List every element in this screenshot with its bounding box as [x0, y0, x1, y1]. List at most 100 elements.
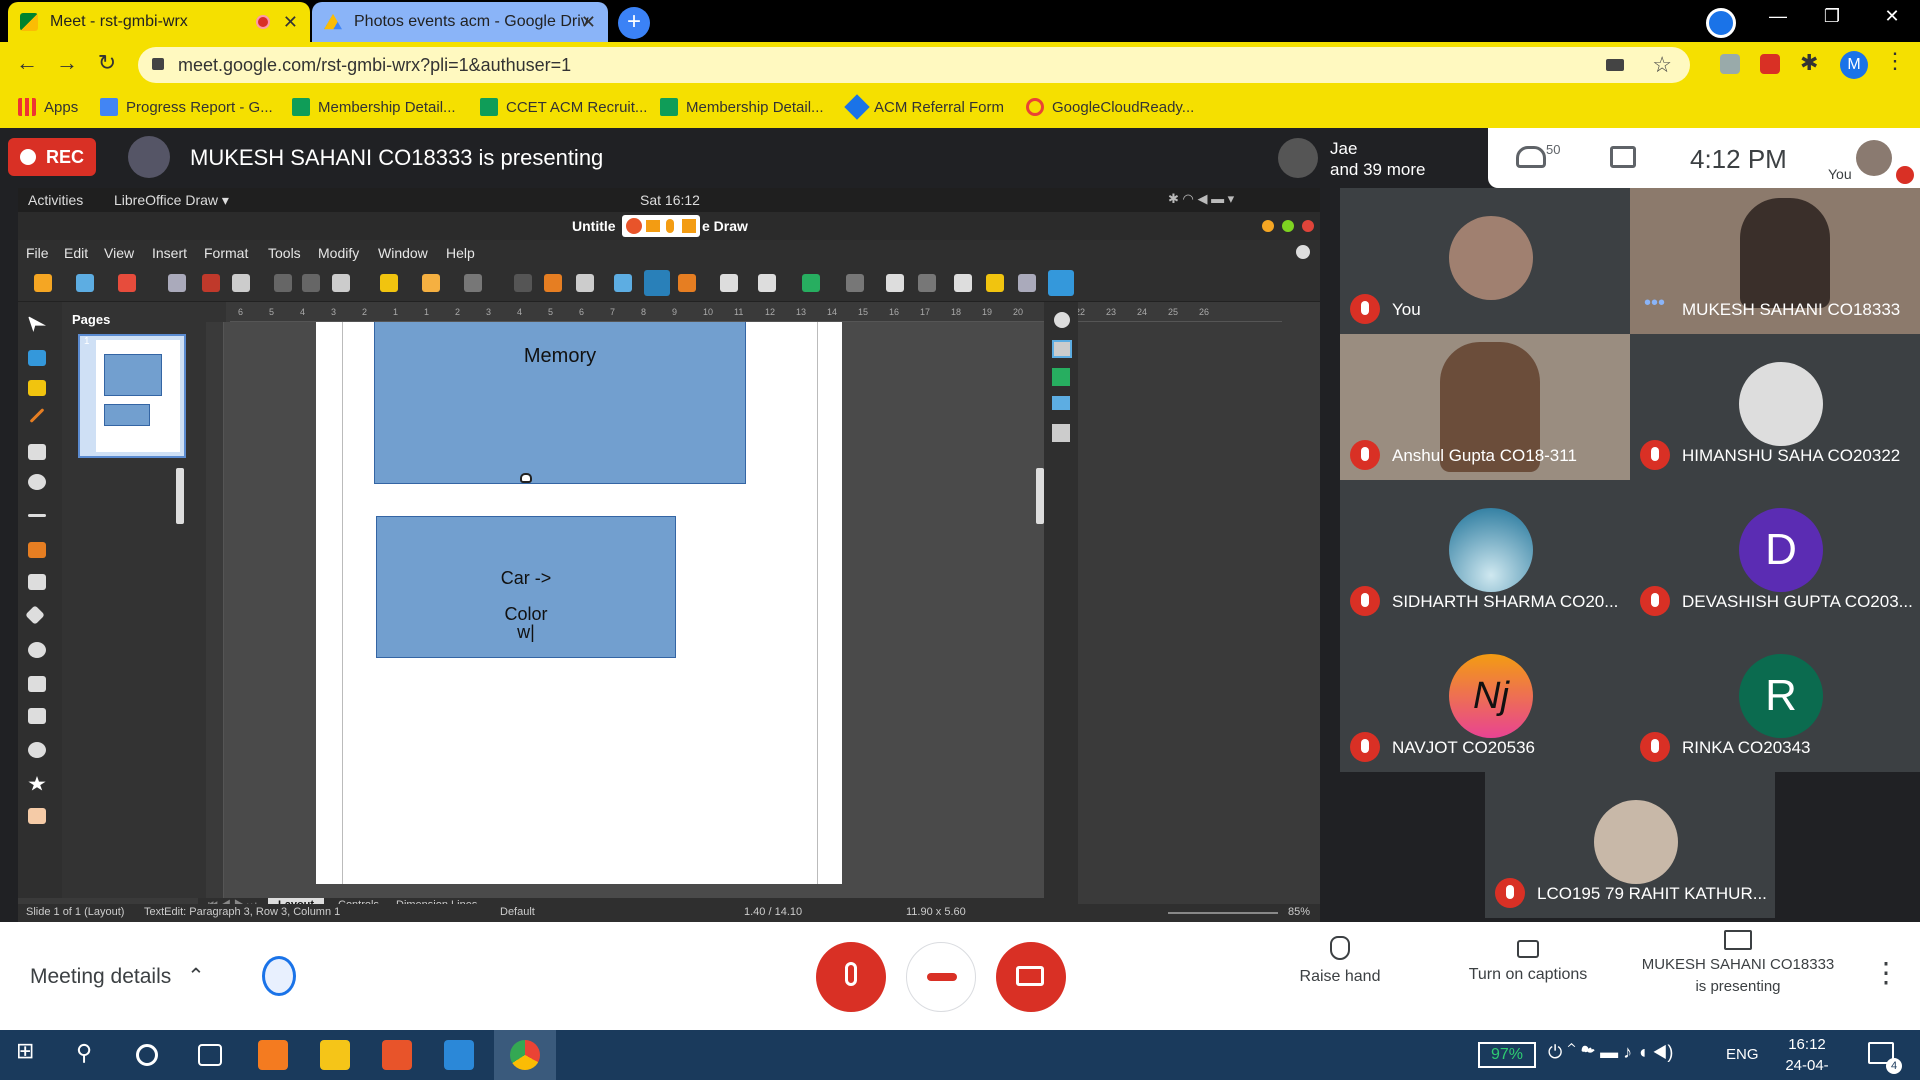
participant-tile[interactable]: D DEVASHISH GUPTA CO203... [1630, 480, 1920, 626]
bookmark-item[interactable]: GoogleCloudReady... [1026, 98, 1194, 116]
gallery-icon[interactable] [1052, 368, 1070, 386]
kebab-menu-icon[interactable]: ⋮ [1884, 48, 1906, 74]
export-pdf-icon[interactable] [202, 274, 220, 292]
meeting-details-button[interactable]: Meeting details ⌃ [30, 964, 205, 989]
print-icon[interactable] [232, 274, 250, 292]
export-icon[interactable] [168, 274, 186, 292]
chrome-taskbar-item[interactable] [494, 1030, 556, 1080]
tab-drive[interactable]: Photos events acm - Google Driv ✕ [312, 2, 608, 42]
bookmark-item[interactable]: Progress Report - G... [100, 98, 273, 116]
bookmark-item[interactable]: CCET ACM Recruit... [480, 98, 647, 116]
chat-icon[interactable] [1610, 146, 1636, 168]
camera-toggle-button[interactable] [996, 942, 1066, 1012]
status-zoom[interactable]: 85% [1288, 906, 1310, 918]
bookmark-item[interactable]: Membership Detail... [660, 98, 824, 116]
save-icon[interactable] [118, 274, 136, 292]
properties-gear-icon[interactable] [1054, 312, 1070, 328]
close-document-icon[interactable] [1296, 245, 1310, 259]
participant-tile[interactable]: Anshul Gupta CO18-311 [1340, 334, 1630, 480]
vscode-icon[interactable] [444, 1040, 474, 1070]
bookmark-item[interactable]: Membership Detail... [292, 98, 456, 116]
page-thumbnail[interactable]: 1 [78, 334, 186, 458]
copy-icon[interactable] [302, 274, 320, 292]
rectangle-tool-icon[interactable] [28, 444, 46, 460]
stars-icon[interactable] [28, 776, 46, 791]
participant-tile[interactable]: You [1340, 188, 1630, 334]
tray-icons[interactable]: ⏻ ⌃ ☁ ▬ ♪ ◖ ◀) [1548, 1042, 1673, 1063]
fontwork-icon[interactable] [678, 274, 696, 292]
cortana-icon[interactable] [136, 1044, 158, 1066]
xampp-icon[interactable] [258, 1040, 288, 1070]
symbol-shapes-icon[interactable] [28, 642, 46, 658]
raise-hand-button[interactable]: Raise hand [1290, 936, 1390, 986]
participant-tile[interactable]: Nj NAVJOT CO20536 [1340, 626, 1630, 772]
extension-icon[interactable] [1760, 54, 1780, 74]
undo-icon[interactable] [422, 274, 440, 292]
arrow-line-icon[interactable] [28, 514, 46, 517]
close-tab-icon[interactable]: ✕ [283, 12, 298, 33]
helplines-icon[interactable] [544, 274, 562, 292]
people-icon[interactable] [1516, 146, 1546, 168]
line-tool-icon[interactable] [29, 408, 45, 423]
participant-tile[interactable]: ••• MUKESH SAHANI CO18333 [1630, 188, 1920, 334]
language-indicator[interactable]: ENG [1726, 1046, 1759, 1063]
redo-icon[interactable] [464, 274, 482, 292]
points-icon[interactable] [954, 274, 972, 292]
image-icon[interactable] [614, 274, 632, 292]
open-icon[interactable] [76, 274, 94, 292]
more-options-icon[interactable]: ••• [1644, 292, 1665, 315]
transformations-icon[interactable] [720, 274, 738, 292]
crop-icon[interactable] [918, 274, 936, 292]
menu-format[interactable]: Format [204, 245, 248, 261]
arrange-icon[interactable] [802, 274, 820, 292]
menu-tools[interactable]: Tools [268, 245, 301, 261]
new-tab-button[interactable]: + [618, 7, 650, 39]
close-tab-icon[interactable]: ✕ [581, 12, 596, 33]
puzzle-icon[interactable]: ✱ [1800, 50, 1818, 76]
flowchart-icon[interactable] [28, 708, 46, 724]
connector-icon[interactable] [28, 574, 46, 590]
menu-file[interactable]: File [26, 245, 49, 261]
recording-indicator[interactable]: REC [8, 138, 96, 176]
task-view-icon[interactable] [198, 1044, 222, 1066]
callouts-icon[interactable] [28, 742, 46, 758]
menu-view[interactable]: View [104, 245, 134, 261]
menu-modify[interactable]: Modify [318, 245, 359, 261]
styles-icon[interactable] [1052, 340, 1072, 358]
file-explorer-icon[interactable] [320, 1040, 350, 1070]
text-box-icon[interactable] [644, 270, 670, 296]
minimize-dot[interactable] [1262, 220, 1274, 232]
present-status-button[interactable]: MUKESH SAHANI CO18333 is presenting [1630, 930, 1846, 998]
close-window-button[interactable]: ✕ [1872, 6, 1912, 27]
car-shape[interactable]: Car -> Color w| [376, 516, 676, 658]
sidebar-collapse-handle[interactable] [1036, 468, 1044, 524]
distribute-icon[interactable] [846, 274, 864, 292]
activities-button[interactable]: Activities [28, 192, 83, 208]
align-icon[interactable] [758, 274, 776, 292]
search-icon[interactable]: ⚲ [76, 1040, 106, 1070]
screenshot-extension-icon[interactable] [1720, 54, 1740, 74]
participant-tile[interactable]: HIMANSHU SAHA CO20322 [1630, 334, 1920, 480]
shapes-panel-icon[interactable] [1052, 424, 1070, 442]
app-menu[interactable]: LibreOffice Draw ▾ [114, 192, 229, 209]
taskbar-clock[interactable]: 16:12 24-04-2021 [1772, 1034, 1842, 1080]
fill-color-icon[interactable] [28, 380, 46, 396]
cut-icon[interactable] [274, 274, 292, 292]
camera-icon[interactable] [1606, 59, 1624, 71]
office-icon[interactable] [382, 1040, 412, 1070]
shadow-icon[interactable] [886, 274, 904, 292]
select-arrow-icon[interactable] [28, 316, 46, 332]
bookmark-item[interactable]: ACM Referral Form [844, 94, 1004, 120]
star-icon[interactable]: ☆ [1652, 47, 1672, 83]
profile-avatar[interactable]: M [1840, 51, 1868, 79]
new-icon[interactable] [34, 274, 52, 292]
menu-window[interactable]: Window [378, 245, 428, 261]
paste-icon[interactable] [332, 274, 350, 292]
maximize-button[interactable]: ❐ [1812, 6, 1852, 27]
forward-arrow-icon[interactable]: → [52, 50, 82, 76]
panel-collapse-handle[interactable] [176, 468, 184, 524]
menu-edit[interactable]: Edit [64, 245, 88, 261]
url-input[interactable]: meet.google.com/rst-gmbi-wrx?pli=1&authu… [138, 47, 1690, 83]
participant-tile[interactable]: SIDHARTH SHARMA CO20... [1340, 480, 1630, 626]
captions-button[interactable]: Turn on captions [1456, 936, 1600, 984]
